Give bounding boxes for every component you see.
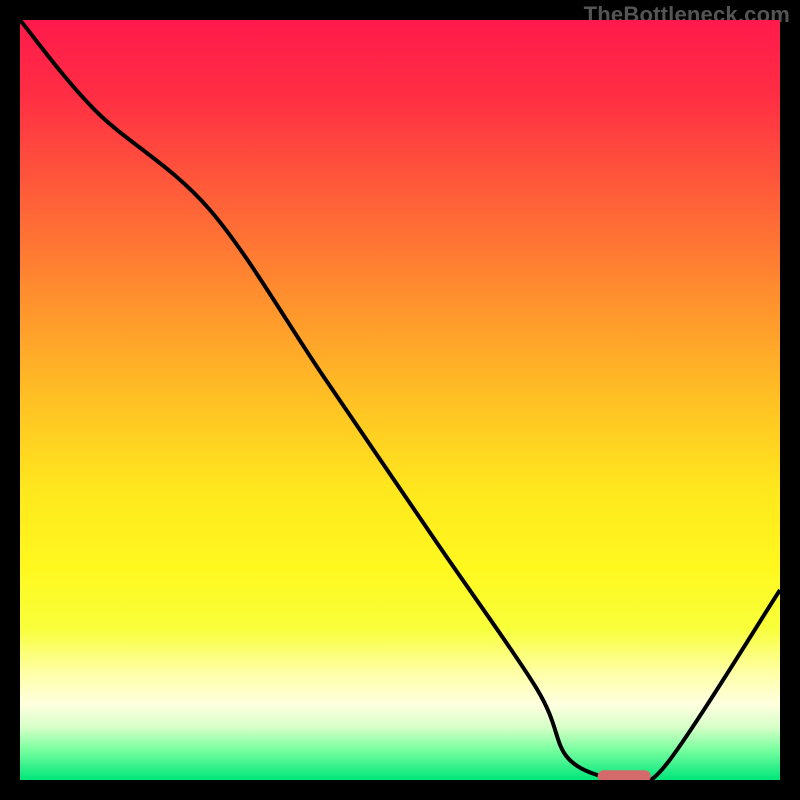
bottleneck-chart xyxy=(20,20,780,780)
chart-frame: TheBottleneck.com xyxy=(0,0,800,800)
optimal-range-marker xyxy=(598,770,651,780)
chart-svg xyxy=(20,20,780,780)
chart-background xyxy=(20,20,780,780)
